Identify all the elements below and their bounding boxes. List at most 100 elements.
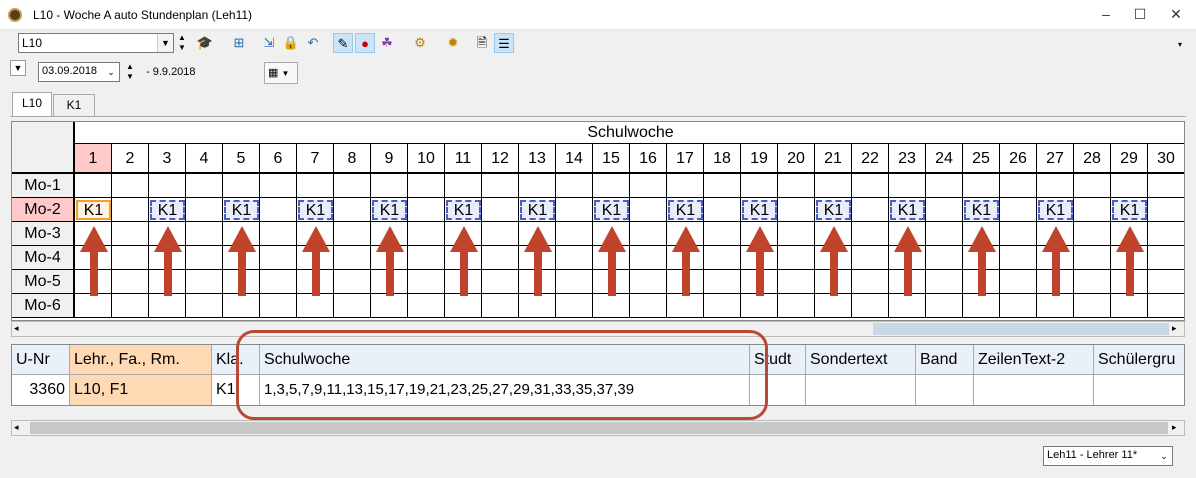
grid-cell[interactable] (186, 270, 223, 294)
grid-cell[interactable] (334, 246, 371, 270)
grid-cell[interactable] (260, 222, 297, 246)
grid-cell[interactable] (371, 174, 408, 198)
import-icon[interactable]: ⇲ (259, 33, 279, 53)
grid-cell[interactable] (408, 246, 445, 270)
element-select[interactable]: L10 ▼ (18, 33, 174, 53)
week-header[interactable]: 4 (186, 144, 223, 174)
grid-cell[interactable] (556, 246, 593, 270)
grid-cell[interactable] (778, 222, 815, 246)
grid-cell[interactable] (926, 198, 963, 222)
grid-cell[interactable] (963, 174, 1000, 198)
grid-cell[interactable] (630, 222, 667, 246)
header-teacher[interactable]: Lehr., Fa., Rm. (70, 345, 212, 375)
grid-cell[interactable] (260, 270, 297, 294)
grid-cell[interactable] (630, 174, 667, 198)
lesson-block[interactable]: K1 (298, 200, 333, 220)
view-select[interactable]: ▦ ▼ (264, 62, 298, 84)
grid-cell[interactable] (778, 294, 815, 318)
week-header[interactable]: 25 (963, 144, 1000, 174)
grid-cell[interactable] (704, 246, 741, 270)
week-header[interactable]: 28 (1074, 144, 1111, 174)
week-header[interactable]: 6 (260, 144, 297, 174)
grid-cell[interactable] (297, 174, 334, 198)
grid-cell[interactable] (630, 246, 667, 270)
grid-cell[interactable] (408, 294, 445, 318)
period-header[interactable]: Mo-4 (12, 246, 75, 270)
grid-cell[interactable] (334, 198, 371, 222)
grid-cell[interactable] (112, 198, 149, 222)
grid-cell[interactable] (260, 246, 297, 270)
grid-cell[interactable] (852, 270, 889, 294)
cell-teacher[interactable]: L10, F1 (70, 375, 212, 405)
date-spin-icon[interactable]: ▲ ▼ (124, 62, 136, 82)
grid-cell[interactable] (1000, 270, 1037, 294)
week-header[interactable]: 10 (408, 144, 445, 174)
week-header[interactable]: 1 (75, 144, 112, 174)
grid-cell[interactable] (408, 270, 445, 294)
grid-cell[interactable] (1037, 174, 1074, 198)
cell-u-nr[interactable]: 3360 (12, 375, 70, 405)
grid-cell[interactable] (1000, 246, 1037, 270)
grid-cell[interactable] (186, 294, 223, 318)
grid-cell[interactable] (334, 294, 371, 318)
grid-cell[interactable] (408, 174, 445, 198)
lesson-block[interactable]: K1 (446, 200, 481, 220)
grid-cell[interactable] (297, 294, 334, 318)
lesson-block[interactable]: K1 (520, 200, 555, 220)
grid-cell[interactable] (926, 294, 963, 318)
grid-cell[interactable] (482, 294, 519, 318)
grid-cell[interactable] (186, 222, 223, 246)
grid-cell[interactable] (778, 246, 815, 270)
week-header[interactable]: 8 (334, 144, 371, 174)
grid-cell[interactable] (1000, 174, 1037, 198)
week-header[interactable]: 13 (519, 144, 556, 174)
grid-cell[interactable] (1148, 198, 1184, 222)
grid-cell[interactable] (223, 294, 260, 318)
week-header[interactable]: 26 (1000, 144, 1037, 174)
lesson-block[interactable]: K1 (372, 200, 407, 220)
grid-cell[interactable] (1148, 294, 1184, 318)
grid-cell[interactable] (482, 246, 519, 270)
grid-cell[interactable] (1074, 222, 1111, 246)
grid-cell[interactable] (815, 174, 852, 198)
grid-cell[interactable] (852, 222, 889, 246)
grid-cell[interactable] (704, 270, 741, 294)
week-header[interactable]: 20 (778, 144, 815, 174)
grid-cell[interactable] (149, 294, 186, 318)
week-header[interactable]: 21 (815, 144, 852, 174)
week-header[interactable]: 22 (852, 144, 889, 174)
week-header[interactable]: 7 (297, 144, 334, 174)
week-header[interactable]: 18 (704, 144, 741, 174)
spin-icon[interactable]: ▲ ▼ (176, 33, 188, 53)
grid-cell[interactable] (1148, 270, 1184, 294)
grid-cell[interactable] (334, 270, 371, 294)
week-header[interactable]: 15 (593, 144, 630, 174)
date-picker[interactable]: 03.09.2018 ⌄ (38, 62, 120, 82)
grid-cell[interactable] (852, 174, 889, 198)
lesson-block[interactable]: K1 (668, 200, 703, 220)
grid-cell[interactable] (556, 270, 593, 294)
gear-icon[interactable]: ⚙ (410, 33, 430, 53)
table-icon[interactable]: ⊞ (229, 33, 249, 53)
period-header[interactable]: Mo-2 (12, 198, 75, 222)
grid-cell[interactable] (889, 294, 926, 318)
week-header[interactable]: 9 (371, 144, 408, 174)
grid-cell[interactable] (112, 270, 149, 294)
dropdown-toggle-icon[interactable]: ▼ (10, 60, 26, 76)
grid-cell[interactable] (1000, 294, 1037, 318)
tab-k1[interactable]: K1 (53, 94, 95, 116)
scroll-left-icon[interactable]: ◂ (14, 422, 19, 433)
grid-cell[interactable] (1111, 174, 1148, 198)
scroll-left-icon[interactable]: ◂ (14, 323, 19, 334)
week-header[interactable]: 23 (889, 144, 926, 174)
week-header[interactable]: 19 (741, 144, 778, 174)
week-header[interactable]: 12 (482, 144, 519, 174)
grid-cell[interactable] (334, 174, 371, 198)
grid-cell[interactable] (1074, 174, 1111, 198)
grid-cell[interactable] (334, 222, 371, 246)
grid-cell[interactable] (667, 294, 704, 318)
grid-cell[interactable] (1148, 246, 1184, 270)
grid-cell[interactable] (186, 198, 223, 222)
grid-cell[interactable] (1074, 270, 1111, 294)
grid-cell[interactable] (593, 174, 630, 198)
